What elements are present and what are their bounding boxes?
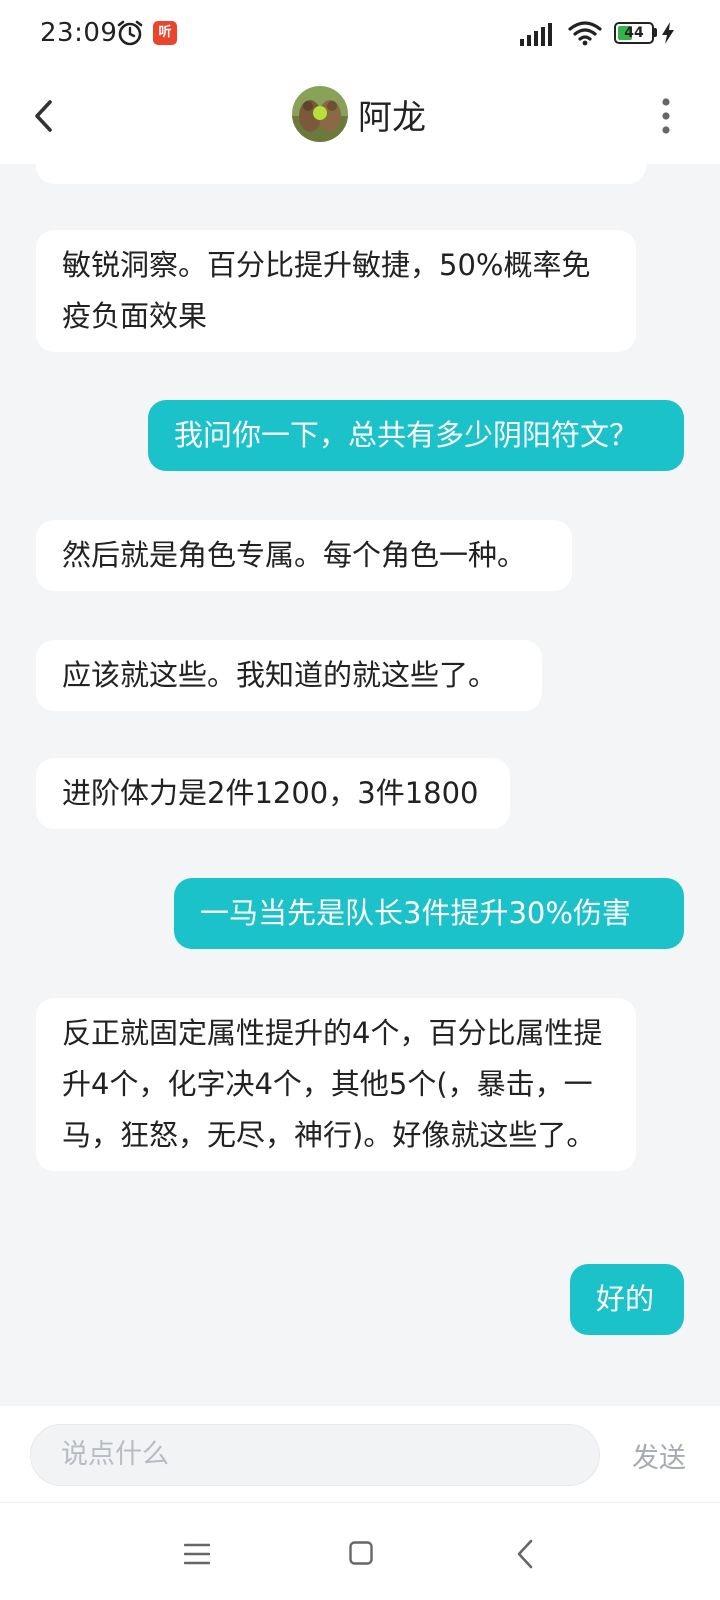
battery-icon: 44 [614, 22, 654, 44]
wifi-icon [568, 21, 602, 46]
back-nav-icon[interactable] [516, 1539, 534, 1569]
battery-tip [654, 28, 657, 37]
menu-icon[interactable] [184, 1543, 210, 1565]
home-icon[interactable] [349, 1541, 373, 1565]
message-bubble-sent[interactable]: 我问你一下，总共有多少阴阳符文？ [148, 400, 684, 471]
message-bubble-received[interactable]: 反正就固定属性提升的4个，百分比属性提升4个，化字决4个，其他5个(，暴击，一马… [36, 998, 636, 1171]
message-bubble-partial [36, 164, 646, 184]
message-list[interactable]: 敏锐洞察。百分比提升敏捷，50%概率免疫负面效果 我问你一下，总共有多少阴阳符文… [0, 164, 720, 1406]
message-bubble-received[interactable]: 进阶体力是2件1200，3件1800 [36, 758, 510, 829]
page-title: 阿龙 [358, 98, 426, 138]
status-bar: 23:09 听 44 [0, 0, 720, 70]
app-notification-icon: 听 [153, 21, 177, 45]
message-input[interactable]: 说点什么 [30, 1424, 600, 1486]
composer: 说点什么 发送 [0, 1406, 720, 1502]
signal-icon [520, 23, 552, 46]
chat-header: 阿龙 [0, 70, 720, 164]
message-bubble-sent[interactable]: 一马当先是队长3件提升30%伤害 [174, 878, 684, 949]
system-nav-bar [0, 1502, 720, 1600]
message-bubble-sent[interactable]: 好的 [570, 1264, 684, 1335]
more-icon[interactable] [648, 90, 684, 142]
alarm-icon [117, 20, 143, 46]
charging-icon [662, 22, 674, 44]
back-icon[interactable] [26, 92, 66, 140]
message-bubble-received[interactable]: 敏锐洞察。百分比提升敏捷，50%概率免疫负面效果 [36, 230, 636, 352]
send-button[interactable]: 发送 [632, 1436, 686, 1475]
message-bubble-received[interactable]: 应该就这些。我知道的就这些了。 [36, 640, 542, 711]
status-time: 23:09 [40, 18, 118, 48]
avatar[interactable] [292, 86, 348, 142]
message-bubble-received[interactable]: 然后就是角色专属。每个角色一种。 [36, 520, 572, 591]
battery-level: 44 [624, 25, 644, 41]
